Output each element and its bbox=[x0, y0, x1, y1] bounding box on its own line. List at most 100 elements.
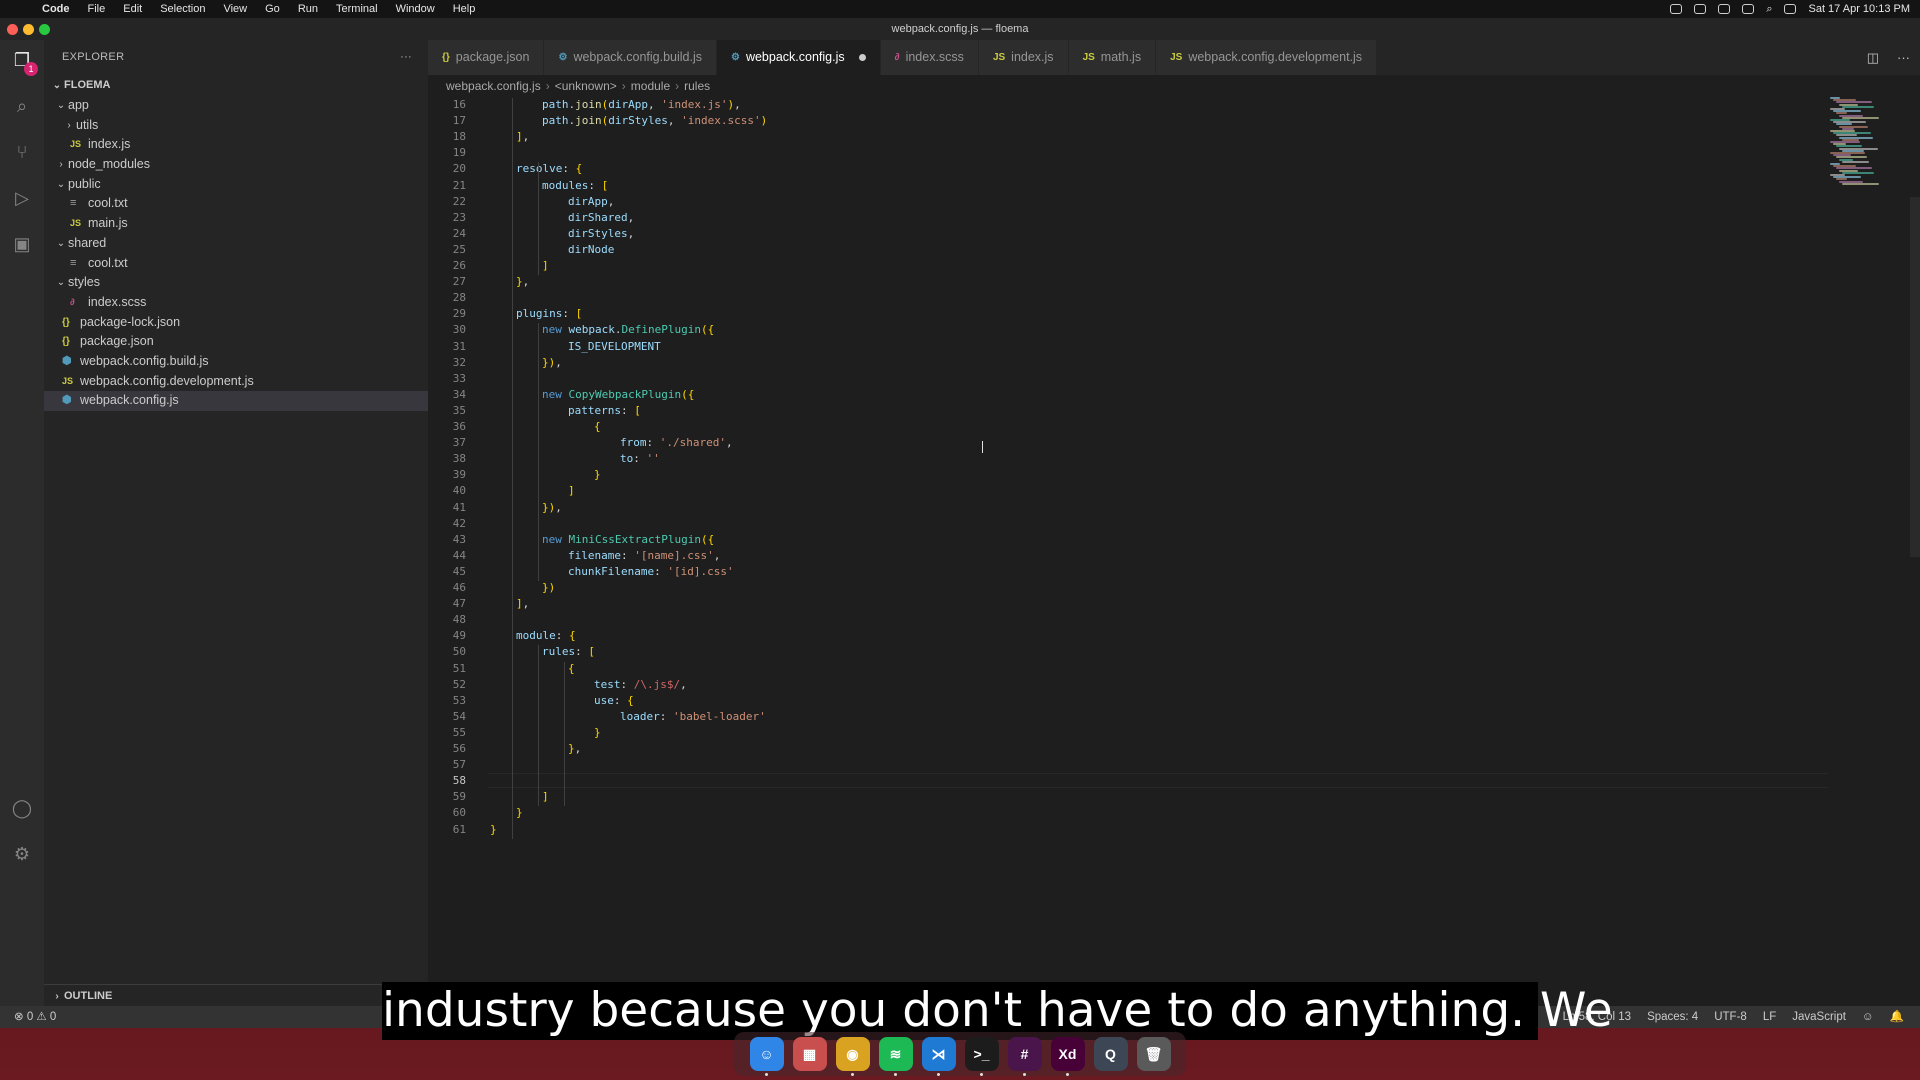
feedback-icon[interactable]: ☺ bbox=[1862, 1006, 1874, 1028]
code-line[interactable]: IS_DEVELOPMENT bbox=[568, 340, 661, 353]
code-line[interactable]: rules: [ bbox=[542, 645, 595, 658]
code-line[interactable]: ] bbox=[568, 484, 575, 497]
vscode-icon[interactable]: ⋊ bbox=[921, 1037, 956, 1076]
code-line[interactable]: plugins: [ bbox=[516, 307, 582, 320]
code-line[interactable]: } bbox=[490, 823, 497, 836]
code-line[interactable]: }), bbox=[542, 501, 562, 514]
indentation[interactable]: Spaces: 4 bbox=[1647, 1006, 1698, 1028]
extensions-icon[interactable]: ▣ bbox=[8, 230, 36, 258]
control-center-icon[interactable] bbox=[1784, 4, 1797, 14]
tab-webpack-config-development-js[interactable]: JS webpack.config.development.js bbox=[1156, 40, 1378, 75]
more-actions-icon[interactable]: ··· bbox=[1897, 50, 1910, 65]
tree-item[interactable]: JS webpack.config.development.js bbox=[44, 372, 428, 392]
encoding[interactable]: UTF-8 bbox=[1714, 1006, 1747, 1028]
menu-file[interactable]: File bbox=[88, 3, 106, 15]
tab-index-js[interactable]: JS index.js bbox=[978, 40, 1069, 75]
code-line[interactable]: dirApp, bbox=[568, 195, 614, 208]
tree-item[interactable]: › node_modules bbox=[44, 155, 428, 175]
trash-icon[interactable]: 🗑 bbox=[1136, 1037, 1171, 1071]
code-editor[interactable]: 16 path.join(dirApp, 'index.js'), 17 path.j… bbox=[428, 97, 1828, 997]
adobe-xd-icon[interactable]: Xd bbox=[1050, 1037, 1085, 1076]
unsaved-dot-icon[interactable] bbox=[858, 54, 866, 61]
spotify-icon[interactable]: ≋ bbox=[878, 1037, 913, 1076]
terminal-icon[interactable]: >_ bbox=[964, 1037, 999, 1076]
tree-item[interactable]: › utils bbox=[44, 116, 428, 136]
code-line[interactable]: ] bbox=[542, 790, 549, 803]
code-line[interactable]: to: '' bbox=[620, 452, 660, 465]
code-line[interactable]: }, bbox=[516, 275, 529, 288]
wifi-icon[interactable] bbox=[1742, 4, 1755, 14]
files-icon[interactable]: ❐ 1 bbox=[8, 46, 38, 76]
slack-icon[interactable]: # bbox=[1007, 1037, 1042, 1076]
tree-item[interactable]: {} package.json bbox=[44, 332, 428, 352]
minimap[interactable] bbox=[1826, 97, 1896, 197]
notifications-bell-icon[interactable]: 🔔 bbox=[1890, 1006, 1904, 1028]
code-line[interactable]: dirNode bbox=[568, 243, 614, 256]
code-line[interactable]: ], bbox=[516, 130, 529, 143]
workspace-root[interactable]: ⌄ FLOEMA bbox=[44, 74, 428, 96]
source-control-icon[interactable]: ⑂ bbox=[8, 138, 36, 166]
code-line[interactable]: }) bbox=[542, 581, 555, 594]
tab-webpack-config-build-js[interactable]: ⚙ webpack.config.build.js bbox=[544, 40, 717, 75]
code-line[interactable]: loader: 'babel-loader' bbox=[620, 710, 766, 723]
account-icon[interactable]: ◯ bbox=[8, 794, 36, 822]
tree-item[interactable]: JS main.js bbox=[44, 214, 428, 234]
settings-gear-icon[interactable]: ⚙ bbox=[8, 840, 36, 868]
menu-window[interactable]: Window bbox=[396, 3, 435, 15]
tree-item[interactable]: ⬢ webpack.config.js bbox=[44, 391, 428, 411]
tree-item[interactable]: ≡ cool.txt bbox=[44, 194, 428, 214]
cloud-icon[interactable] bbox=[1694, 4, 1707, 14]
breadcrumb-item[interactable]: module bbox=[631, 79, 670, 93]
menu-clock[interactable]: Sat 17 Apr 10:13 PM bbox=[1808, 3, 1910, 15]
code-line[interactable]: } bbox=[594, 468, 601, 481]
menu-go[interactable]: Go bbox=[265, 3, 280, 15]
code-line[interactable]: path.join(dirApp, 'index.js'), bbox=[542, 98, 741, 111]
menu-selection[interactable]: Selection bbox=[160, 3, 205, 15]
code-line[interactable]: use: { bbox=[594, 694, 634, 707]
code-line[interactable]: ], bbox=[516, 597, 529, 610]
breadcrumb-item[interactable]: <unknown> bbox=[555, 79, 617, 93]
end-of-line[interactable]: LF bbox=[1763, 1006, 1776, 1028]
tree-item[interactable]: ∂ index.scss bbox=[44, 293, 428, 313]
split-editor-icon[interactable]: ◫ bbox=[1867, 50, 1879, 66]
code-line[interactable]: } bbox=[516, 806, 523, 819]
editor-scrollbar[interactable] bbox=[1910, 197, 1920, 557]
code-line[interactable]: module: { bbox=[516, 629, 576, 642]
menu-terminal[interactable]: Terminal bbox=[336, 3, 378, 15]
finder-icon[interactable]: ☺ bbox=[749, 1037, 784, 1076]
spotlight-icon[interactable]: ⌕ bbox=[1766, 3, 1772, 16]
zoom-window-button[interactable] bbox=[39, 24, 50, 35]
code-line[interactable]: }), bbox=[542, 356, 562, 369]
quicktime-icon[interactable]: Q bbox=[1093, 1037, 1128, 1071]
run-debug-icon[interactable]: ▷ bbox=[8, 184, 36, 212]
language-mode[interactable]: JavaScript bbox=[1792, 1006, 1846, 1028]
code-line[interactable]: patterns: [ bbox=[568, 404, 641, 417]
code-line[interactable]: { bbox=[594, 420, 601, 433]
minimize-window-button[interactable] bbox=[23, 24, 34, 35]
menu-help[interactable]: Help bbox=[453, 3, 476, 15]
search-icon[interactable]: ⌕ bbox=[8, 92, 36, 120]
code-line[interactable]: new webpack.DefinePlugin({ bbox=[542, 323, 714, 336]
code-line[interactable]: ] bbox=[542, 259, 549, 272]
menu-view[interactable]: View bbox=[223, 3, 247, 15]
code-line[interactable]: { bbox=[568, 662, 575, 675]
tree-item[interactable]: {} package-lock.json bbox=[44, 313, 428, 333]
tab-math-js[interactable]: JS math.js bbox=[1068, 40, 1157, 75]
menu-run[interactable]: Run bbox=[298, 3, 318, 15]
close-window-button[interactable] bbox=[7, 24, 18, 35]
tab-webpack-config-js[interactable]: ⚙ webpack.config.js bbox=[716, 40, 881, 75]
menu-edit[interactable]: Edit bbox=[123, 3, 142, 15]
tree-item[interactable]: ⌄ public bbox=[44, 175, 428, 195]
code-line[interactable]: dirStyles, bbox=[568, 227, 634, 240]
code-line[interactable]: chunkFilename: '[id].css' bbox=[568, 565, 734, 578]
tab-index-scss[interactable]: ∂ index.scss bbox=[880, 40, 979, 75]
code-line[interactable]: new MiniCssExtractPlugin({ bbox=[542, 533, 714, 546]
code-line[interactable]: filename: '[name].css', bbox=[568, 549, 720, 562]
tree-item[interactable]: ⌄ app bbox=[44, 96, 428, 116]
code-line[interactable]: test: /\.js$/, bbox=[594, 678, 687, 691]
outline-section[interactable]: › OUTLINE bbox=[44, 984, 428, 1006]
code-line[interactable]: dirShared, bbox=[568, 211, 634, 224]
more-actions-icon[interactable]: ··· bbox=[400, 40, 412, 74]
breadcrumb-item[interactable]: rules bbox=[684, 79, 710, 93]
menu-code[interactable]: Code bbox=[42, 3, 70, 15]
